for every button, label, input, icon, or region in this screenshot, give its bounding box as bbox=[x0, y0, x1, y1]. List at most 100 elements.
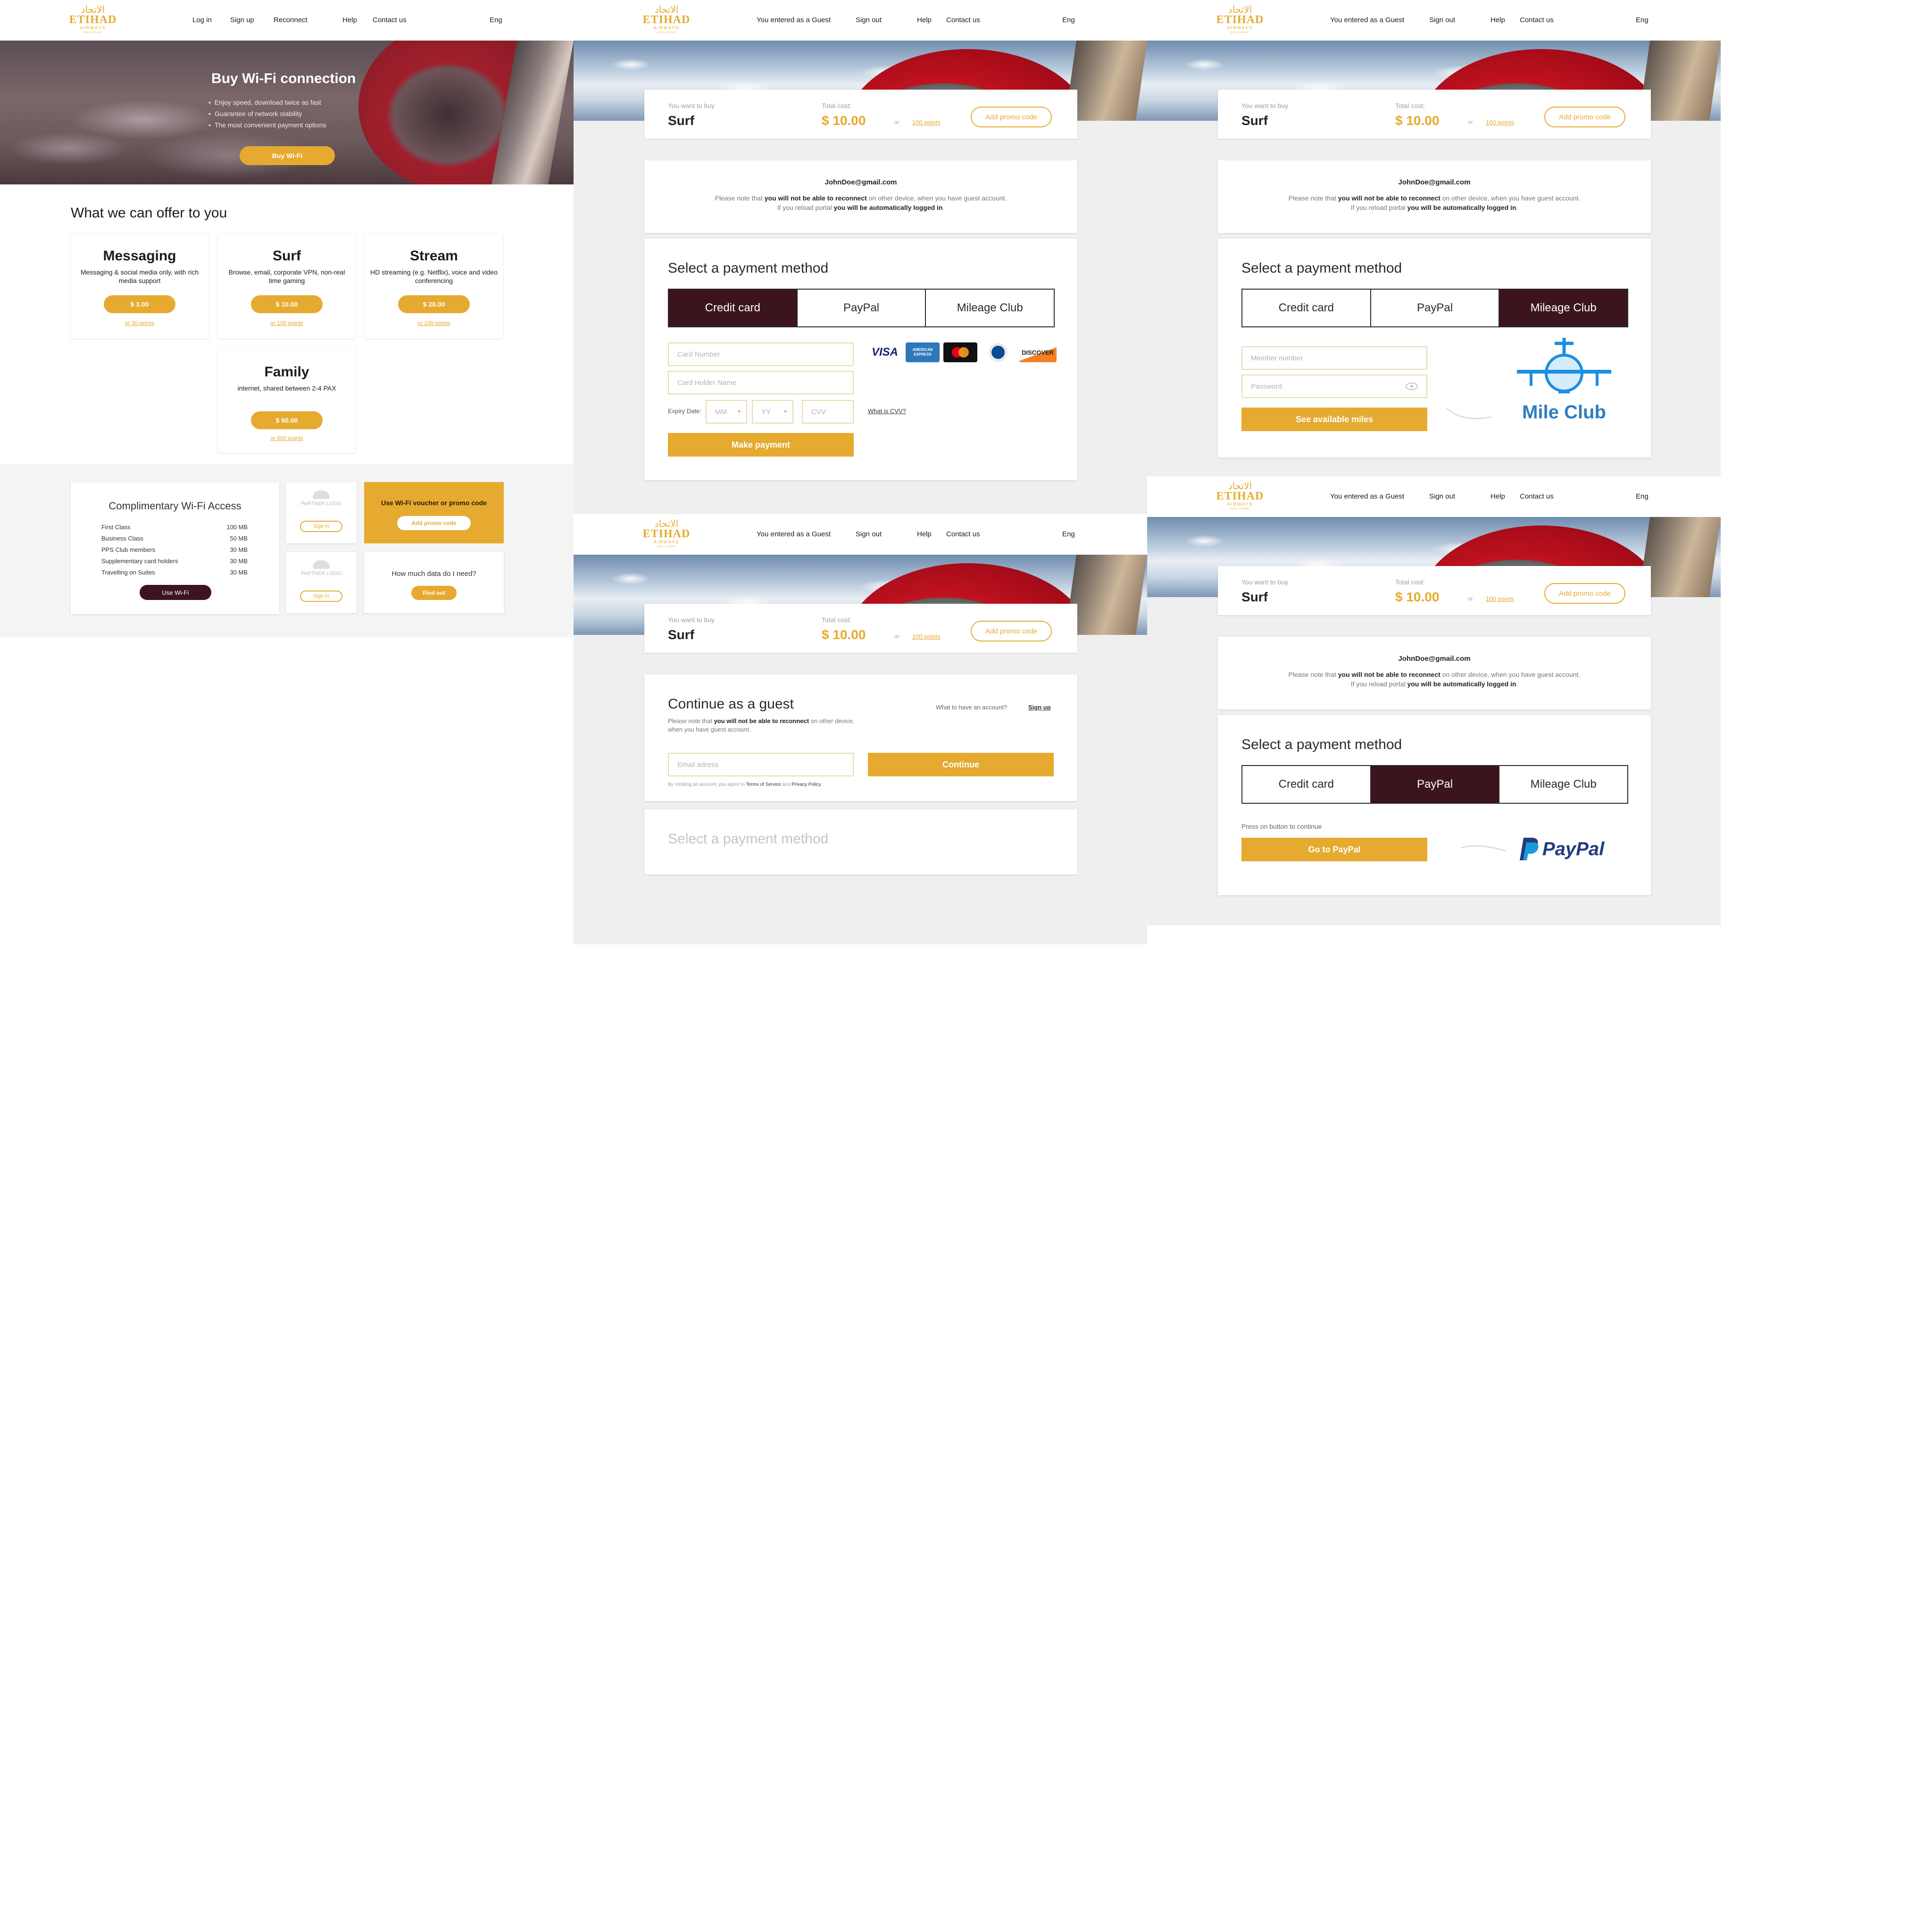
member-number-input[interactable]: Member number bbox=[1241, 346, 1427, 370]
partner-signin-button[interactable]: Sign in bbox=[300, 521, 342, 532]
offers-title: What we can offer to you bbox=[71, 205, 227, 221]
etihad-logo[interactable]: الاتحاد ETIHAD AIRWAYS ABU DHABI bbox=[67, 5, 119, 38]
plan-price-button[interactable]: $ 3.00 bbox=[104, 295, 175, 313]
hero-title: Buy Wi-Fi connection bbox=[211, 71, 356, 86]
buy-wifi-button[interactable]: Buy Wi-Fi bbox=[240, 146, 335, 165]
cvv-input[interactable]: CVV bbox=[802, 400, 854, 424]
plan-points-link[interactable]: or 600 points bbox=[218, 435, 356, 441]
terms-link[interactable]: Terms of Service bbox=[746, 782, 781, 787]
signout-link[interactable]: Sign out bbox=[1429, 16, 1455, 24]
want-label: You want to buy bbox=[1241, 578, 1289, 586]
complimentary-row: Travelling on Suites 30 MB bbox=[101, 569, 248, 576]
etihad-logo[interactable]: الاتحاد ETIHAD AIRWAYS ABU DHABI bbox=[641, 5, 692, 38]
contact-link[interactable]: Contact us bbox=[1520, 16, 1554, 24]
plan-points-link[interactable]: or 200 points bbox=[365, 320, 503, 326]
contact-link[interactable]: Contact us bbox=[946, 530, 980, 538]
contact-link[interactable]: Contact us bbox=[373, 16, 407, 24]
login-link[interactable]: Log in bbox=[192, 16, 212, 24]
payment-method-title: Select a payment method bbox=[1241, 260, 1402, 276]
add-promo-code-button[interactable]: Add promo code bbox=[397, 516, 471, 530]
signup-link[interactable]: Sign up bbox=[230, 16, 254, 24]
tab-credit-card[interactable]: Credit card bbox=[1242, 766, 1371, 803]
help-link[interactable]: Help bbox=[1491, 492, 1505, 500]
etihad-logo[interactable]: الاتحاد ETIHAD AIRWAYS ABU DHABI bbox=[1214, 5, 1266, 38]
signout-link[interactable]: Sign out bbox=[856, 16, 882, 24]
expiry-year-select[interactable]: YY ▼ bbox=[752, 400, 793, 424]
signout-link[interactable]: Sign out bbox=[1429, 492, 1455, 500]
tab-credit-card[interactable]: Credit card bbox=[669, 290, 798, 326]
language-selector[interactable]: Eng bbox=[1062, 16, 1075, 24]
eye-pupil-icon bbox=[1410, 385, 1413, 388]
card-holder-input[interactable]: Card Holder Name bbox=[668, 371, 854, 394]
tab-paypal[interactable]: PayPal bbox=[797, 290, 926, 326]
tab-paypal[interactable]: PayPal bbox=[1371, 766, 1500, 803]
guest-card: Continue as a guest Please note that you… bbox=[644, 675, 1077, 801]
plan-card-family[interactable]: Family internet, shared between 2-4 PAX … bbox=[218, 348, 356, 453]
find-out-button[interactable]: Find out bbox=[411, 586, 457, 600]
tab-mileage-club[interactable]: Mileage Club bbox=[1499, 290, 1628, 326]
etihad-logo[interactable]: الاتحاد ETIHAD AIRWAYS ABU DHABI bbox=[1214, 481, 1266, 514]
continue-button[interactable]: Continue bbox=[868, 753, 1054, 776]
tab-paypal[interactable]: PayPal bbox=[1371, 290, 1500, 326]
contact-link[interactable]: Contact us bbox=[946, 16, 980, 24]
card-number-input[interactable]: Card Number bbox=[668, 342, 854, 366]
tab-mileage-club[interactable]: Mileage Club bbox=[926, 290, 1054, 326]
help-link[interactable]: Help bbox=[917, 16, 932, 24]
account-info: JohnDoe@gmail.com Please note that you w… bbox=[644, 160, 1077, 233]
hero-bullet: Enjoy speed, download twice as fast bbox=[215, 97, 326, 108]
privacy-link[interactable]: Privacy Policy bbox=[791, 782, 821, 787]
language-selector[interactable]: Eng bbox=[1062, 530, 1075, 538]
complimentary-row: Supplementary card holders 30 MB bbox=[101, 558, 248, 565]
add-promo-code-button[interactable]: Add promo code bbox=[971, 107, 1052, 127]
etihad-logo[interactable]: الاتحاد ETIHAD AIRWAYS ABU DHABI bbox=[641, 519, 692, 552]
password-input[interactable]: Password bbox=[1241, 375, 1427, 398]
reconnect-note: Please note that you will not be able to… bbox=[1288, 194, 1581, 202]
add-promo-code-button[interactable]: Add promo code bbox=[971, 621, 1052, 641]
partner-logo-placeholder: PARTNER LOGO bbox=[300, 501, 342, 507]
plan-card-surf[interactable]: Surf Browse, email, corporate VPN, non-r… bbox=[218, 234, 356, 339]
points-link[interactable]: 100 points bbox=[912, 633, 941, 640]
or-text: or bbox=[1468, 119, 1473, 125]
help-link[interactable]: Help bbox=[1491, 16, 1505, 24]
go-to-paypal-button[interactable]: Go to PayPal bbox=[1241, 838, 1427, 861]
contact-link[interactable]: Contact us bbox=[1520, 492, 1554, 500]
total-price: $ 10.00 bbox=[1395, 590, 1440, 604]
partner-signin-button[interactable]: Sign in bbox=[300, 591, 342, 602]
language-selector[interactable]: Eng bbox=[1636, 492, 1649, 500]
see-available-miles-button[interactable]: See available miles bbox=[1241, 408, 1427, 431]
plan-price-button[interactable]: $ 60.00 bbox=[251, 411, 323, 429]
points-link[interactable]: 100 points bbox=[912, 119, 941, 126]
language-selector[interactable]: Eng bbox=[1636, 16, 1649, 24]
mile-club-text: Mile Club bbox=[1522, 402, 1606, 423]
plan-card-messaging[interactable]: Messaging Messaging & social media only,… bbox=[71, 234, 208, 339]
plan-price-button[interactable]: $ 10.00 bbox=[251, 295, 323, 313]
plan-card-stream[interactable]: Stream HD streaming (e.g. Netflix), voic… bbox=[365, 234, 503, 339]
language-selector[interactable]: Eng bbox=[490, 16, 502, 24]
use-wifi-button[interactable]: Use Wi-Fi bbox=[140, 585, 211, 600]
what-is-cvv-link[interactable]: What is CVV? bbox=[868, 408, 906, 415]
add-promo-code-button[interactable]: Add promo code bbox=[1544, 583, 1625, 604]
credit-card-screen: الاتحاد ETIHAD AIRWAYS ABU DHABI You ent… bbox=[574, 0, 1147, 514]
make-payment-button[interactable]: Make payment bbox=[668, 433, 854, 457]
guest-status: You entered as a Guest bbox=[757, 16, 831, 24]
reload-note: If you reload portal you will be automat… bbox=[777, 204, 945, 211]
expiry-month-select[interactable]: MM ▼ bbox=[706, 400, 747, 424]
help-link[interactable]: Help bbox=[342, 16, 357, 24]
help-link[interactable]: Help bbox=[917, 530, 932, 538]
signup-link[interactable]: Sign up bbox=[1028, 704, 1051, 711]
tab-credit-card[interactable]: Credit card bbox=[1242, 290, 1371, 326]
plan-points-link[interactable]: or 30 points bbox=[71, 320, 208, 326]
plan-price-button[interactable]: $ 20.00 bbox=[398, 295, 470, 313]
account-question: What to have an account? bbox=[936, 704, 1008, 711]
payment-method-title: Select a payment method bbox=[668, 831, 829, 847]
tab-mileage-club[interactable]: Mileage Club bbox=[1499, 766, 1628, 803]
plan-description: Browse, email, corporate VPN, non-real t… bbox=[228, 268, 345, 284]
add-promo-code-button[interactable]: Add promo code bbox=[1544, 107, 1625, 127]
points-link[interactable]: 100 points bbox=[1486, 595, 1514, 602]
signout-link[interactable]: Sign out bbox=[856, 530, 882, 538]
reconnect-link[interactable]: Reconnect bbox=[274, 16, 308, 24]
email-input[interactable]: Email adress bbox=[668, 753, 854, 776]
plan-points-link[interactable]: or 100 points bbox=[218, 320, 356, 326]
points-link[interactable]: 100 points bbox=[1486, 119, 1514, 126]
visa-logo-icon: VISA bbox=[871, 346, 898, 358]
